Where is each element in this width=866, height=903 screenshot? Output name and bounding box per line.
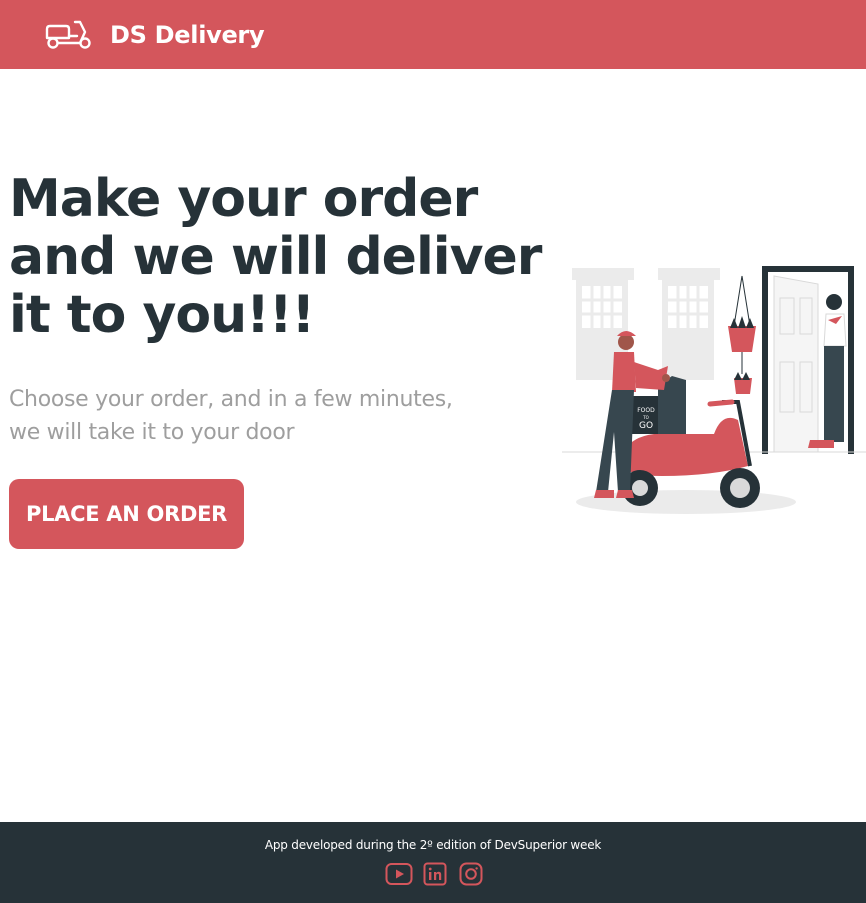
hero-subtitle: Choose your order, and in a few minutes,…: [9, 387, 453, 445]
hero-title: Make your order and we will deliver it t…: [9, 169, 542, 345]
navbar: DS Delivery: [0, 0, 866, 69]
linkedin-icon[interactable]: [421, 862, 449, 886]
place-order-button[interactable]: PLACE AN ORDER: [9, 479, 244, 549]
box-label-bottom: GO: [639, 421, 653, 431]
social-links: [3, 862, 866, 886]
box-label-top: FOOD: [637, 407, 655, 414]
box-label-mid: TO: [642, 415, 649, 420]
scooter-icon: [45, 20, 91, 49]
footer: App developed during the 2º edition of D…: [0, 822, 866, 903]
footer-text: App developed during the 2º edition of D…: [264, 838, 602, 852]
youtube-icon[interactable]: [385, 862, 413, 886]
instagram-icon[interactable]: [457, 862, 485, 886]
delivery-illustration: FOOD TO GO: [562, 266, 866, 514]
brand-link[interactable]: DS Delivery: [110, 21, 265, 49]
